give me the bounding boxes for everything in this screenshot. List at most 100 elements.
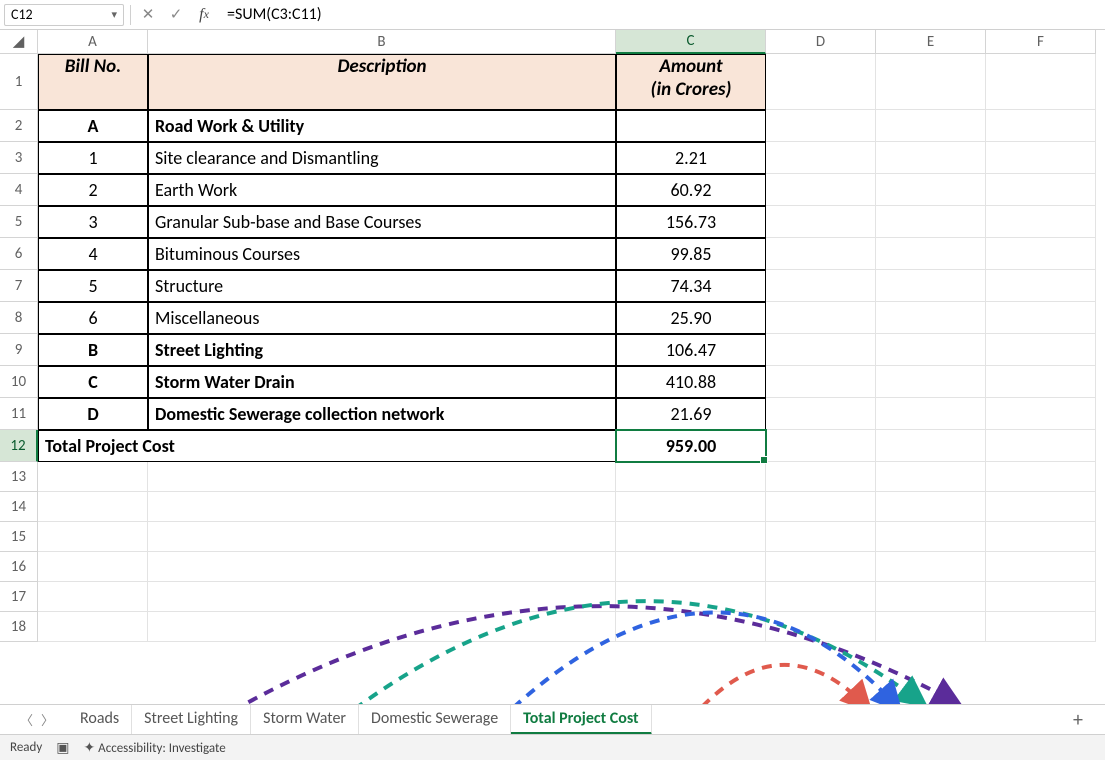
cell-blank[interactable] [876,612,986,642]
cell-bill[interactable]: 1 [38,142,148,174]
chevron-down-icon[interactable]: ▾ [111,8,117,21]
spreadsheet-grid[interactable]: ◢ABCDEF1Bill No.DescriptionAmount(in Cro… [0,30,1105,642]
cell-blank[interactable] [986,334,1096,366]
cell-blank[interactable] [986,462,1096,492]
cell-blank[interactable] [38,582,148,612]
sheet-tab[interactable]: Roads [68,705,132,735]
cell-bill[interactable]: B [38,334,148,366]
cell-description[interactable]: Road Work & Utility [148,110,616,142]
accept-icon[interactable]: ✓ [165,4,187,26]
cell-blank[interactable] [148,582,616,612]
row-header-7[interactable]: 7 [0,270,38,302]
row-header-6[interactable]: 6 [0,238,38,270]
sheet-tab[interactable]: Street Lighting [132,705,251,735]
cell-blank[interactable] [766,54,876,110]
cell-blank[interactable] [876,522,986,552]
cell-blank[interactable] [766,552,876,582]
cell-amount[interactable]: 156.73 [616,206,766,238]
cell-amount[interactable]: 99.85 [616,238,766,270]
cell-blank[interactable] [986,110,1096,142]
cell-blank[interactable] [876,54,986,110]
cell-amount[interactable]: 21.69 [616,398,766,430]
tab-next-icon[interactable]: 〉 [41,710,54,729]
cell-bill[interactable]: C [38,366,148,398]
row-header-14[interactable]: 14 [0,492,38,522]
row-header-4[interactable]: 4 [0,174,38,206]
cell-bill[interactable]: 5 [38,270,148,302]
row-header-17[interactable]: 17 [0,582,38,612]
cell-bill[interactable]: A [38,110,148,142]
cell-blank[interactable] [986,522,1096,552]
cell-amount[interactable]: 410.88 [616,366,766,398]
cell-blank[interactable] [986,238,1096,270]
sheet-tab[interactable]: Total Project Cost [511,705,651,735]
cell-amount[interactable]: 2.21 [616,142,766,174]
cell-blank[interactable] [148,612,616,642]
cell-blank[interactable] [38,462,148,492]
cell-bill[interactable]: 4 [38,238,148,270]
cell-blank[interactable] [986,302,1096,334]
cell-blank[interactable] [616,612,766,642]
col-header-A[interactable]: A [38,30,148,54]
cell-blank[interactable] [986,206,1096,238]
cell-bill[interactable]: 3 [38,206,148,238]
cell-blank[interactable] [986,366,1096,398]
cell-blank[interactable] [148,462,616,492]
cell-description[interactable]: Earth Work [148,174,616,206]
cell-amount[interactable]: 60.92 [616,174,766,206]
row-header-8[interactable]: 8 [0,302,38,334]
cell-blank[interactable] [616,582,766,612]
cell-blank[interactable] [986,492,1096,522]
cell-blank[interactable] [766,334,876,366]
cell-blank[interactable] [876,430,986,462]
accessibility-status[interactable]: ✦ Accessibility: Investigate [83,739,225,756]
row-header-2[interactable]: 2 [0,110,38,142]
select-all-corner[interactable]: ◢ [0,30,38,54]
cell-blank[interactable] [986,552,1096,582]
fx-icon[interactable]: fx [193,4,215,26]
row-header-12[interactable]: 12 [0,430,38,462]
cell-blank[interactable] [876,552,986,582]
cell-blank[interactable] [766,142,876,174]
cell-blank[interactable] [986,398,1096,430]
add-sheet-icon[interactable]: + [1061,708,1095,732]
cell-description[interactable]: Miscellaneous [148,302,616,334]
cell-blank[interactable] [876,492,986,522]
cell-amount[interactable] [616,110,766,142]
cell-blank[interactable] [876,270,986,302]
cell-blank[interactable] [766,462,876,492]
sheet-tab[interactable]: Storm Water [251,705,359,735]
cell-blank[interactable] [876,174,986,206]
row-header-15[interactable]: 15 [0,522,38,552]
cell-blank[interactable] [986,174,1096,206]
cell-blank[interactable] [38,552,148,582]
cell-amount[interactable]: 74.34 [616,270,766,302]
cell-blank[interactable] [38,492,148,522]
row-header-5[interactable]: 5 [0,206,38,238]
cell-blank[interactable] [876,366,986,398]
cell-blank[interactable] [876,398,986,430]
col-header-B[interactable]: B [148,30,616,54]
cell-description[interactable]: Domestic Sewerage collection network [148,398,616,430]
cell-blank[interactable] [986,430,1096,462]
cell-blank[interactable] [766,522,876,552]
cell-blank[interactable] [876,302,986,334]
row-header-9[interactable]: 9 [0,334,38,366]
cell-blank[interactable] [766,398,876,430]
cell-blank[interactable] [876,142,986,174]
cell-description[interactable]: Granular Sub-base and Base Courses [148,206,616,238]
formula-input[interactable] [221,3,1101,26]
cell-blank[interactable] [766,582,876,612]
cell-blank[interactable] [986,270,1096,302]
cell-blank[interactable] [766,430,876,462]
row-header-13[interactable]: 13 [0,462,38,492]
cell-blank[interactable] [766,366,876,398]
cell-blank[interactable] [766,302,876,334]
cell-blank[interactable] [766,492,876,522]
cell-blank[interactable] [38,612,148,642]
row-header-16[interactable]: 16 [0,552,38,582]
cell-blank[interactable] [876,206,986,238]
cell-description[interactable]: Bituminous Courses [148,238,616,270]
row-header-3[interactable]: 3 [0,142,38,174]
col-header-E[interactable]: E [876,30,986,54]
